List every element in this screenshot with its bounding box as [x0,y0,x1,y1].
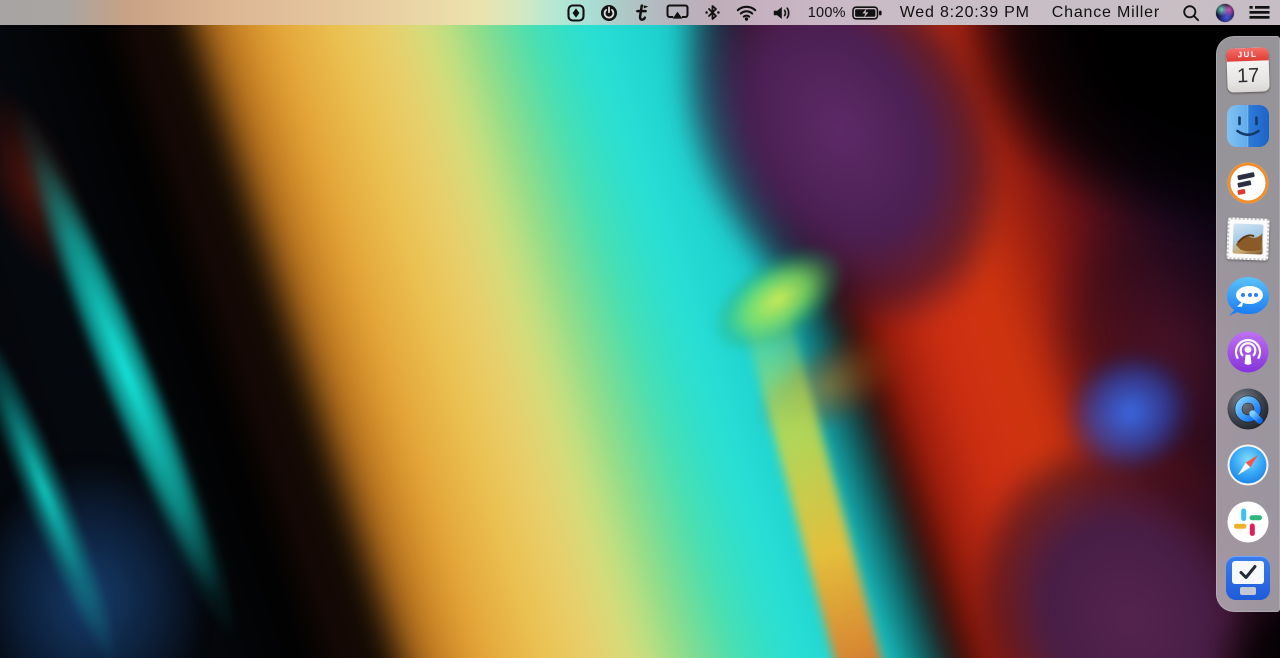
t-flag-app-menu-item[interactable] [633,0,651,25]
power-app-menu-item[interactable] [600,0,618,25]
menu-bar-user-name[interactable]: Chance Miller [1052,0,1160,25]
battery-charging-icon [852,5,883,21]
dock-item-things[interactable] [1225,555,1271,601]
menu-bar: 100% Wed 8:20:39 PM Chance Miller [0,0,1280,25]
desktop-screen: 100% Wed 8:20:39 PM Chance Miller JUL [0,0,1280,658]
bluetooth-menu-item[interactable] [704,0,721,25]
diamond-app-icon [567,4,585,22]
notification-center-menu-item[interactable] [1249,0,1270,25]
dock-item-podcasts[interactable] [1225,329,1271,375]
dock-item-mail[interactable] [1225,216,1271,262]
dock-item-messages[interactable] [1225,273,1271,319]
siri-icon [1216,4,1234,22]
calendar-icon: JUL 17 [1226,47,1270,92]
dock-item-safari[interactable] [1225,442,1271,488]
podcasts-icon [1226,330,1270,374]
t-flag-app-icon [633,3,651,23]
fantastical-icon [1226,161,1270,205]
airplay-menu-item[interactable] [666,0,689,25]
power-icon [600,4,618,22]
menu-bar-clock[interactable]: Wed 8:20:39 PM [900,0,1030,25]
mail-icon [1226,218,1269,261]
finder-icon [1226,104,1270,148]
dock-item-slack[interactable] [1225,499,1271,545]
spotlight-menu-item[interactable] [1182,0,1200,25]
safari-icon [1226,443,1270,487]
spotlight-search-icon [1182,4,1200,22]
quicktime-icon [1226,387,1270,431]
desktop-wallpaper [0,0,1280,658]
battery-percentage[interactable]: 100% [808,0,846,25]
volume-icon [772,5,792,21]
bluetooth-icon [704,3,721,22]
dock-item-quicktime[interactable] [1225,386,1271,432]
siri-menu-item[interactable] [1216,0,1234,25]
dock: JUL 17 [1216,36,1280,612]
calendar-day-label: 17 [1227,60,1270,92]
messages-icon [1226,275,1270,317]
things-icon [1226,556,1270,600]
dock-item-finder[interactable] [1225,103,1271,149]
battery-menu-item[interactable] [852,0,883,25]
wifi-menu-item[interactable] [736,0,757,25]
dock-item-fantastical[interactable] [1225,160,1271,206]
slack-icon [1226,500,1270,544]
airplay-icon [666,4,689,21]
dock-item-calendar[interactable]: JUL 17 [1225,47,1271,93]
diamond-app-menu-item[interactable] [567,0,585,25]
volume-menu-item[interactable] [772,0,792,25]
wifi-icon [736,5,757,21]
notification-center-icon [1249,5,1270,20]
